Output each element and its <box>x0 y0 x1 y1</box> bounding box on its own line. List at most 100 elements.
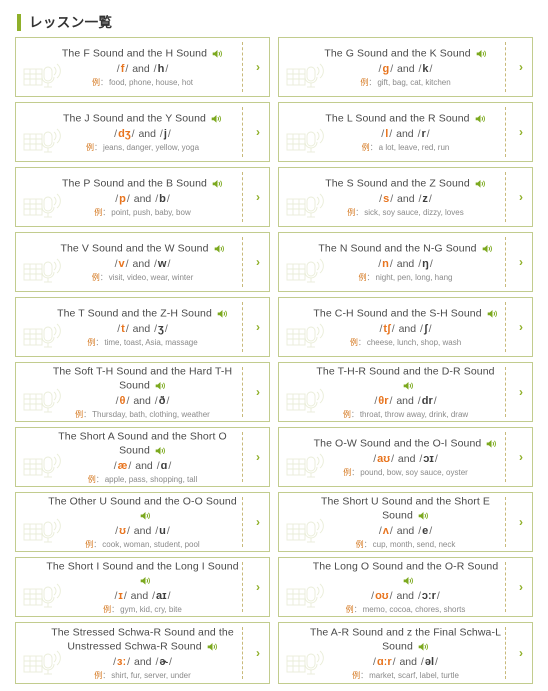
speaker-icon[interactable] <box>476 48 487 58</box>
example-words: visit, video, wear, winter <box>108 273 194 283</box>
speaker-icon[interactable] <box>475 178 486 188</box>
chevron-right-icon[interactable]: › <box>256 256 260 268</box>
example-words: shirt, fur, server, under <box>111 670 191 680</box>
chevron-right-icon[interactable]: › <box>256 647 260 659</box>
card-divider <box>505 432 506 482</box>
speaker-icon[interactable] <box>155 444 166 455</box>
speaker-icon[interactable] <box>212 48 223 58</box>
chevron-right-icon[interactable]: › <box>256 516 260 528</box>
card-divider <box>505 627 506 679</box>
and-word: and <box>397 63 415 76</box>
lesson-card-11[interactable]: The T-H-R Sound and the D-R Sound /θr/ a… <box>278 362 533 422</box>
chevron-right-icon[interactable]: › <box>256 451 260 463</box>
lesson-examples: 例：pound, bow, soy sauce, oyster <box>343 467 468 478</box>
lesson-title: The V Sound and the W Sound <box>60 242 209 255</box>
phonetic-symbol-2: aɪ <box>156 589 167 602</box>
lesson-phonetic: /p/ and /b/ <box>115 193 170 206</box>
speaker-icon[interactable] <box>217 308 228 318</box>
lesson-phonetic: /s/ and /z/ <box>379 193 432 206</box>
lesson-phonetic: /ɪ/ and /aɪ/ <box>114 589 171 602</box>
lesson-examples: 例：a lot, leave, red, run <box>362 142 450 153</box>
speaker-icon[interactable] <box>140 509 151 520</box>
speaker-icon[interactable] <box>207 640 218 651</box>
chevron-right-icon[interactable]: › <box>519 516 523 528</box>
lesson-card-6[interactable]: The V Sound and the W Sound /v/ and /w/ … <box>15 232 270 292</box>
and-word: and <box>132 258 151 271</box>
lesson-card-3[interactable]: The L Sound and the R Sound /l/ and /r/ … <box>278 102 533 162</box>
lesson-title: The Short I Sound and the Long I Sound <box>46 560 239 573</box>
lesson-card-2[interactable]: The J Sound and the Y Sound /dʒ/ and /j/… <box>15 102 270 162</box>
lesson-title: The Other U Sound and the O-O Sound <box>48 495 237 508</box>
lesson-card-10[interactable]: The Soft T-H Sound and the Hard T-H Soun… <box>15 362 270 422</box>
and-word: and <box>132 323 151 336</box>
lesson-card-16[interactable]: The Short I Sound and the Long I Sound /… <box>15 557 270 617</box>
lesson-title-row: The O-W Sound and the O-I Sound <box>314 437 498 450</box>
lesson-card-body: The Short A Sound and the Short O Sound … <box>16 428 269 486</box>
lesson-card-18[interactable]: The Stressed Schwa-R Sound and the Unstr… <box>15 622 270 684</box>
phonetic-symbol-2: əl <box>424 655 435 668</box>
speaker-icon[interactable] <box>212 178 223 188</box>
example-colon: ： <box>95 474 104 484</box>
chevron-right-icon[interactable]: › <box>519 256 523 268</box>
chevron-right-icon[interactable]: › <box>256 191 260 203</box>
lesson-card-4[interactable]: The P Sound and the B Sound /p/ and /b/ … <box>15 167 270 227</box>
speaker-icon[interactable] <box>155 379 166 390</box>
example-words: time, toast, Asia, massage <box>104 338 198 348</box>
chevron-right-icon[interactable]: › <box>519 647 523 659</box>
lesson-card-8[interactable]: The T Sound and the Z-H Sound /t/ and /ʒ… <box>15 297 270 357</box>
example-label: 例 <box>85 143 94 153</box>
card-divider <box>242 302 243 352</box>
lesson-card-13[interactable]: The O-W Sound and the O-I Sound /aʊ/ and… <box>278 427 533 487</box>
lesson-card-9[interactable]: The C-H Sound and the S-H Sound /tʃ/ and… <box>278 297 533 357</box>
speaker-icon[interactable] <box>418 640 429 651</box>
lesson-card-body: The N Sound and the N-G Sound /n/ and /ŋ… <box>279 233 532 291</box>
speaker-icon[interactable] <box>486 438 497 448</box>
lesson-card-7[interactable]: The N Sound and the N-G Sound /n/ and /ŋ… <box>278 232 533 292</box>
lesson-title: The J Sound and the Y Sound <box>62 112 206 125</box>
lesson-card-19[interactable]: The A-R Sound and z the Final Schwa-L So… <box>278 622 533 684</box>
card-divider <box>242 432 243 482</box>
chevron-right-icon[interactable]: › <box>519 451 523 463</box>
chevron-right-icon[interactable]: › <box>519 321 523 333</box>
chevron-right-icon[interactable]: › <box>519 126 523 138</box>
speaker-icon[interactable] <box>482 243 493 253</box>
speaker-icon[interactable] <box>418 509 429 520</box>
speaker-icon[interactable] <box>487 308 498 318</box>
chevron-right-icon[interactable]: › <box>256 581 260 593</box>
chevron-right-icon[interactable]: › <box>519 581 523 593</box>
lesson-card-12[interactable]: The Short A Sound and the Short O Sound … <box>15 427 270 487</box>
lesson-examples: 例：sick, soy sauce, dizzy, loves <box>347 207 463 218</box>
lesson-card-15[interactable]: The Short U Sound and the Short E Sound … <box>278 492 533 552</box>
example-colon: ： <box>353 604 362 614</box>
lesson-card-14[interactable]: The Other U Sound and the O-O Sound /ʊ/ … <box>15 492 270 552</box>
chevron-right-icon[interactable]: › <box>519 191 523 203</box>
page-title: レッスン一覧 <box>29 14 113 30</box>
speaker-icon[interactable] <box>475 113 486 123</box>
chevron-right-icon[interactable]: › <box>256 61 260 73</box>
and-word: and <box>396 394 414 407</box>
card-divider <box>505 497 506 547</box>
speaker-icon[interactable] <box>211 113 222 123</box>
lesson-title-row: The G Sound and the K Sound <box>324 47 486 60</box>
example-colon: ： <box>368 78 377 88</box>
phonetic-symbol-1: θr <box>378 394 389 407</box>
lesson-title-row: The N Sound and the N-G Sound <box>318 242 492 255</box>
speaker-icon[interactable] <box>403 379 414 390</box>
chevron-right-icon[interactable]: › <box>256 126 260 138</box>
speaker-icon[interactable] <box>140 574 151 585</box>
lesson-title: The T-H-R Sound and the D-R Sound <box>316 365 495 378</box>
lesson-card-5[interactable]: The S Sound and the Z Sound /s/ and /z/ … <box>278 167 533 227</box>
chevron-right-icon[interactable]: › <box>256 386 260 398</box>
example-colon: ： <box>111 604 120 614</box>
chevron-right-icon[interactable]: › <box>256 321 260 333</box>
speaker-icon[interactable] <box>214 243 225 253</box>
lesson-card-body: The Stressed Schwa-R Sound and the Unstr… <box>16 623 269 683</box>
example-words: Thursday, bath, clothing, weather <box>92 409 210 419</box>
lesson-card-1[interactable]: The G Sound and the K Sound /g/ and /k/ … <box>278 37 533 97</box>
lesson-card-17[interactable]: The Long O Sound and the O-R Sound /oʊ/ … <box>278 557 533 617</box>
lesson-phonetic: /f/ and /h/ <box>116 63 169 76</box>
lesson-card-0[interactable]: The F Sound and the H Sound /f/ and /h/ … <box>15 37 270 97</box>
chevron-right-icon[interactable]: › <box>519 386 523 398</box>
chevron-right-icon[interactable]: › <box>519 61 523 73</box>
speaker-icon[interactable] <box>403 574 414 585</box>
